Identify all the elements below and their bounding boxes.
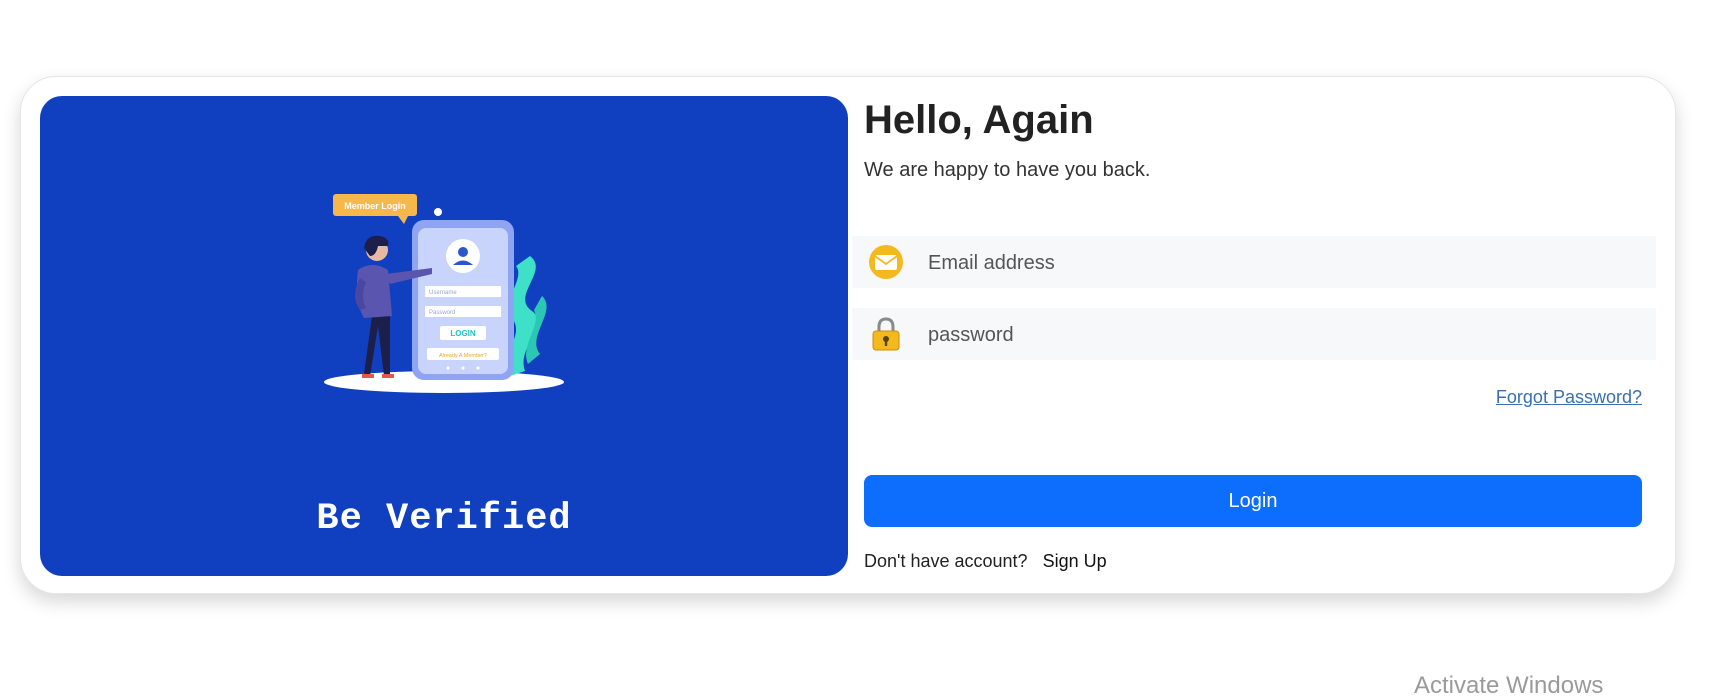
signup-link[interactable]: Sign Up [1043,551,1107,571]
email-input[interactable] [926,244,1630,282]
hero-panel: Username Password LOGIN Already A Member… [40,96,848,576]
illustration-login-button: LOGIN [450,329,476,338]
lock-icon [872,317,900,351]
activate-windows-watermark: Activate Windows [1414,672,1604,699]
hero-tagline: Be Verified [316,498,572,540]
no-account-text: Don't have account? [864,551,1028,571]
forgot-password-link[interactable]: Forgot Password? [1496,387,1642,408]
page-subtitle: We are happy to have you back. [864,159,1151,181]
login-button[interactable]: Login [864,475,1642,527]
password-input[interactable] [926,316,1630,354]
page-title: Hello, Again [864,98,1094,142]
illustration-bubble-label: Member Login [344,201,406,211]
illustration-password-field: Password [429,310,455,316]
password-field-row [852,308,1656,360]
email-field-row [852,236,1656,288]
envelope-icon [869,245,903,279]
illustration-member-link: Already A Member? [439,353,487,359]
member-login-illustration: Username Password LOGIN Already A Member… [324,194,564,393]
signup-prompt: Don't have account? Sign Up [864,551,1107,572]
illustration-username-field: Username [429,290,457,296]
